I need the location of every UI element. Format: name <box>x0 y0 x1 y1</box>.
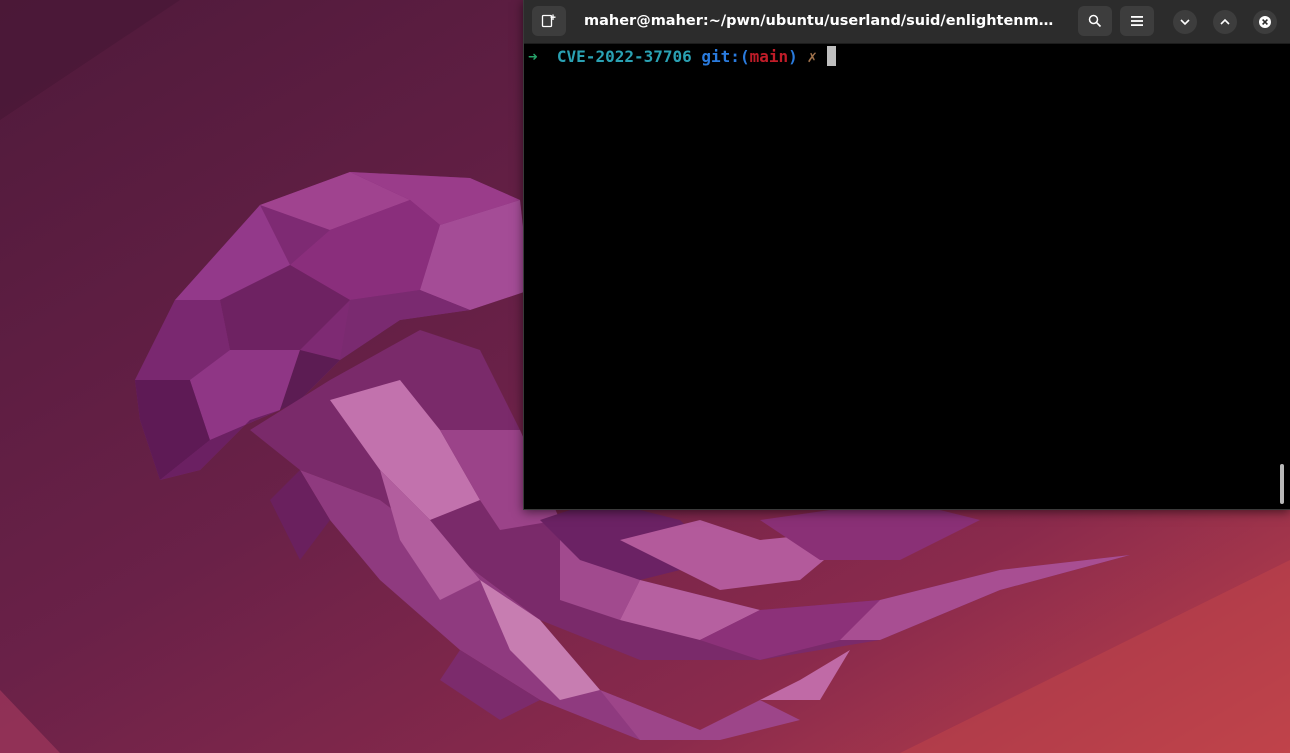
prompt-dirty-mark: ✗ <box>807 47 818 66</box>
prompt-directory: CVE-2022-37706 <box>556 47 692 66</box>
scrollbar-thumb[interactable] <box>1280 464 1284 504</box>
close-button[interactable] <box>1253 10 1277 34</box>
shell-prompt: ➜ CVE-2022-37706 git:(main) ✗ <box>528 46 836 68</box>
chevron-up-icon <box>1220 18 1230 25</box>
prompt-git-prefix: git:( <box>701 47 750 66</box>
prompt-git-suffix: ) <box>788 47 798 66</box>
search-icon <box>1088 14 1102 28</box>
search-button[interactable] <box>1078 6 1112 36</box>
new-tab-button[interactable] <box>532 6 566 36</box>
close-icon <box>1259 16 1271 28</box>
maximize-button[interactable] <box>1213 10 1237 34</box>
new-tab-icon <box>541 14 556 28</box>
prompt-arrow: ➜ <box>528 47 538 66</box>
main-menu-button[interactable] <box>1120 6 1154 36</box>
terminal-window[interactable]: maher@maher:~/pwn/ubuntu/userland/suid/e… <box>523 0 1290 510</box>
terminal-output[interactable]: ➜ CVE-2022-37706 git:(main) ✗ <box>524 44 1290 509</box>
text-cursor <box>826 46 836 66</box>
minimize-button[interactable] <box>1173 10 1197 34</box>
prompt-git-branch: main <box>749 47 789 66</box>
terminal-headerbar[interactable]: maher@maher:~/pwn/ubuntu/userland/suid/e… <box>524 0 1290 44</box>
window-title: maher@maher:~/pwn/ubuntu/userland/suid/e… <box>584 13 1062 29</box>
hamburger-menu-icon <box>1131 16 1143 26</box>
chevron-down-icon <box>1180 19 1190 26</box>
